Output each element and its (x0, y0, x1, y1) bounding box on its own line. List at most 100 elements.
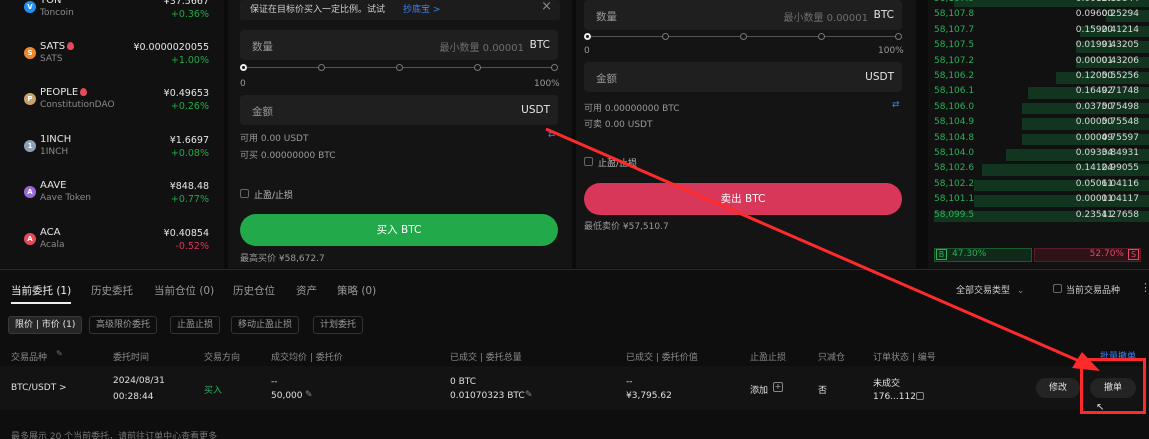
orderbook-row[interactable]: 58,104.0 0.09334 0.84931 (928, 148, 1149, 162)
col-side: 交易方向 (204, 353, 241, 363)
coin-row[interactable]: A ACA Acala ¥0.40854 -0.52% (0, 224, 224, 268)
orderbook-row[interactable]: 58,106.2 0.12050 0.55256 (928, 71, 1149, 85)
order-type-chip[interactable]: 限价 | 市价 (1) (8, 316, 83, 334)
tab-current-positions[interactable]: 当前仓位 (0) (154, 283, 214, 298)
slider-stop-50[interactable] (396, 64, 403, 71)
edit-icon[interactable]: ✎ (525, 390, 533, 400)
orderbook-price: 58,106.2 (934, 71, 975, 81)
orderbook-row[interactable]: 58,107.90.001271.15844 (928, 0, 1149, 8)
coin-row[interactable]: V TON Toncoin ¥37.5667 +0.36% (0, 0, 224, 38)
tab-strategies[interactable]: 策略 (0) (337, 283, 376, 298)
orderbook-total: 0.43205 (1101, 40, 1139, 51)
buy-btc-button[interactable]: 买入 BTC (240, 214, 558, 246)
modify-order-button[interactable]: 修改 (1036, 378, 1080, 398)
slider-stop-0[interactable] (240, 64, 247, 71)
orderbook-total: 0.41214 (1101, 24, 1139, 35)
slider-stop-100[interactable] (895, 33, 902, 40)
sell-amount-unit: USDT (865, 71, 894, 83)
section-divider (0, 269, 1149, 270)
coin-change: +0.36% (170, 9, 209, 20)
orderbook-row[interactable]: 58,104.9 0.00050 0.75548 (928, 117, 1149, 131)
buy-btc-button-label: 买入 BTC (376, 224, 422, 236)
col-order-time: 委托时间 (113, 353, 150, 363)
buy-percent-slider[interactable] (240, 62, 558, 74)
order-type-chip[interactable]: 高级限价委托 (89, 316, 158, 334)
orderbook-total: 0.99055 (1101, 163, 1139, 174)
orderbook-price: 58,104.8 (934, 132, 975, 143)
orderbook-price: 58,107.8 (934, 9, 975, 20)
slider-stop-50[interactable] (740, 33, 747, 40)
edit-icon[interactable]: ✎ (305, 390, 313, 400)
coin-name: SATS (40, 54, 63, 64)
orderbook-total: 1.04116 (1101, 178, 1139, 189)
sell-btc-button[interactable]: 卖出 BTC (584, 183, 902, 215)
orderbook-row[interactable]: 58,101.1 0.00001 1.04117 (928, 194, 1149, 208)
footer-note: 最多展示 20 个当前委托，请前往订单中心查看更多 (11, 432, 218, 439)
buy-amount-field[interactable]: 金额 USDT (240, 95, 558, 125)
buy-tip-link[interactable]: 抄底宝 > (403, 2, 440, 15)
orderbook-row[interactable]: 58,107.8 0.09600 0.25294 (928, 9, 1149, 23)
orderbook-row[interactable]: 58,107.2 0.00001 0.43206 (928, 56, 1149, 70)
tab-assets[interactable]: 资产 (296, 283, 317, 298)
current-pair-checkbox[interactable] (1053, 284, 1062, 293)
buy-ratio-text: 47.30% (952, 249, 987, 259)
orderbook-row[interactable]: 58,107.5 0.01991 0.43205 (928, 40, 1149, 54)
more-options-icon[interactable]: ⋮ (1140, 281, 1149, 294)
close-icon[interactable]: × (541, 0, 552, 14)
col-price: 成交均价 | 委托价 (271, 353, 343, 363)
trade-type-filter[interactable]: 全部交易类型 ⌄ (956, 283, 1024, 296)
col-value: 已成交 | 委托价值 (626, 353, 698, 363)
buy-quantity-placeholder: 最小数量 0.00001 (439, 43, 524, 54)
coin-row[interactable]: P PEOPLE ConstitutionDAO ¥0.49653 +0.26% (0, 84, 224, 130)
sell-percent-slider[interactable] (584, 31, 902, 43)
copy-icon[interactable] (916, 392, 924, 400)
sell-tpsl-checkbox[interactable] (584, 157, 593, 166)
buy-tpsl-checkbox[interactable] (240, 189, 249, 198)
coin-logo-icon: A (24, 186, 36, 198)
row-filled: 0 BTC (450, 377, 477, 387)
row-filled-value: -- (626, 377, 633, 387)
order-type-chip[interactable]: 止盈止损 (170, 316, 221, 334)
slider-stop-75[interactable] (474, 64, 481, 71)
col-tpsl: 止盈止损 (750, 353, 787, 363)
coin-name: Acala (40, 240, 65, 250)
buy-quantity-unit: BTC (529, 39, 550, 51)
order-type-chip[interactable]: 计划委托 (313, 316, 364, 334)
slider-stop-25[interactable] (318, 64, 325, 71)
transfer-icon[interactable]: ⇄ (548, 130, 556, 140)
coin-name: ConstitutionDAO (40, 100, 115, 110)
orderbook-row[interactable]: 58,102.2 0.05061 1.04116 (928, 179, 1149, 193)
mouse-cursor-icon: ↖ (1096, 402, 1105, 413)
slider-stop-75[interactable] (818, 33, 825, 40)
sell-amount-field[interactable]: 金额 USDT (584, 62, 902, 92)
orderbook-row[interactable]: 58,099.5 0.23541 1.27658 (928, 210, 1149, 224)
orderbook-price: 58,101.1 (934, 194, 975, 205)
buy-sell-ratio-bar: B 47.30% 52.70% S (934, 248, 1141, 262)
coin-price: ¥0.40854 (163, 228, 209, 239)
coin-row[interactable]: A AAVE Aave Token ¥848.48 +0.77% (0, 177, 224, 223)
buy-quantity-field[interactable]: 数量 最小数量 0.00001 BTC (240, 30, 558, 60)
orderbook-row[interactable]: 58,106.0 0.03750 0.75498 (928, 102, 1149, 116)
col-pair: 交易品种 (11, 353, 48, 363)
order-type-chip[interactable]: 移动止盈止损 (231, 316, 300, 334)
orderbook-row[interactable]: 58,102.6 0.14124 0.99055 (928, 163, 1149, 177)
slider-stop-100[interactable] (551, 64, 558, 71)
tab-position-history[interactable]: 历史仓位 (233, 283, 275, 298)
coin-row[interactable]: S SATS SATS ¥0.0000020055 +1.00% (0, 38, 224, 84)
slider-stop-25[interactable] (662, 33, 669, 40)
tab-current-orders[interactable]: 当前委托 (1) (11, 283, 71, 298)
row-reduce-only: 否 (818, 386, 828, 396)
add-icon[interactable]: + (773, 382, 783, 392)
transfer-icon[interactable]: ⇄ (892, 100, 900, 110)
orderbook-row[interactable]: 58,106.1 0.16492 0.71748 (928, 86, 1149, 100)
orderbook-total: 0.43206 (1101, 55, 1139, 66)
orderbook-row[interactable]: 58,107.7 0.15920 0.41214 (928, 25, 1149, 39)
sell-quantity-field[interactable]: 数量 最小数量 0.00001 BTC (584, 0, 902, 30)
coin-row[interactable]: 1 1INCH 1INCH ¥1.6697 +0.08% (0, 131, 224, 177)
row-order-id: 176...112 (873, 392, 916, 402)
row-tpsl-add[interactable]: 添加 (750, 383, 768, 396)
slider-stop-0[interactable] (584, 33, 591, 40)
tab-order-history[interactable]: 历史委托 (91, 283, 133, 298)
orderbook-row[interactable]: 58,104.8 0.00049 0.75597 (928, 133, 1149, 147)
row-pair[interactable]: BTC/USDT > (11, 383, 67, 393)
